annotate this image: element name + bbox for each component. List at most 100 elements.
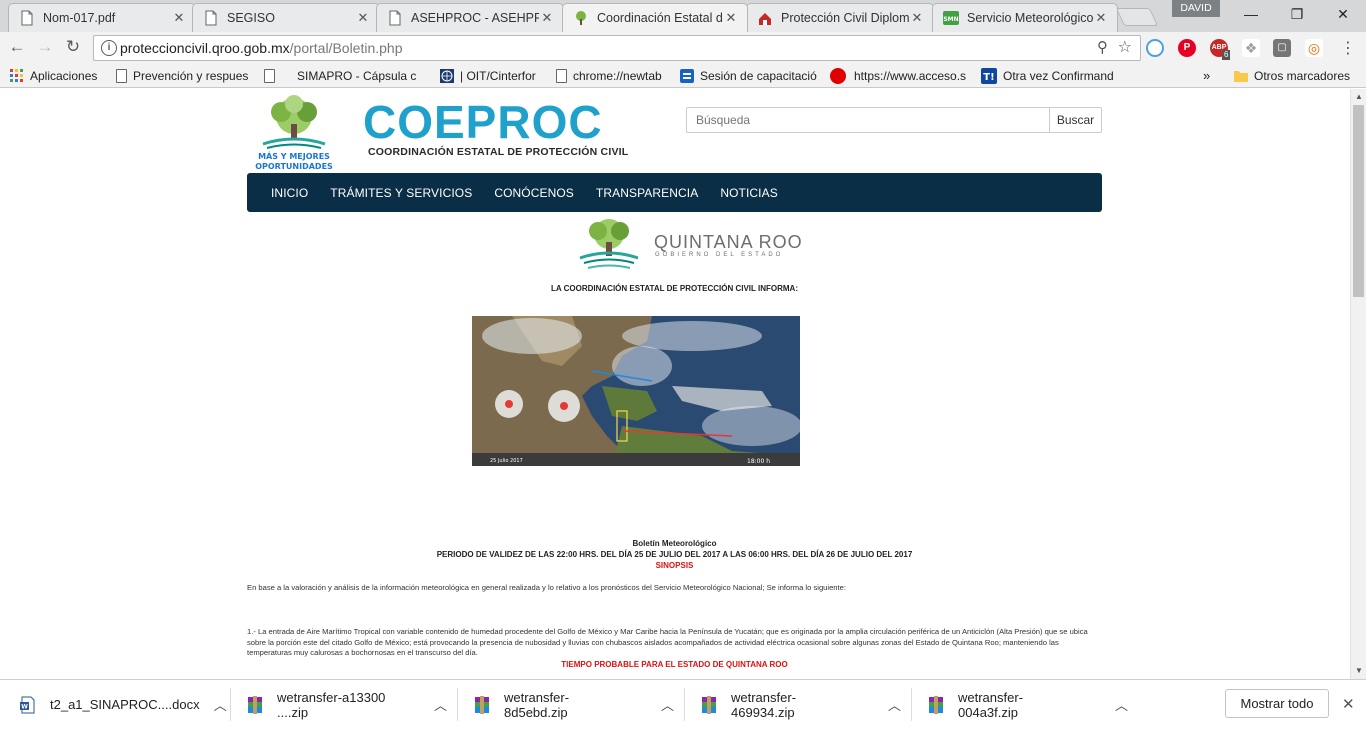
tab-label: Servicio Meteorológico (967, 11, 1093, 25)
site-search-button[interactable]: Buscar (1049, 107, 1102, 133)
quintana-roo-tree-logo (579, 219, 639, 269)
chevron-up-icon[interactable]: ︿ (214, 695, 227, 714)
svg-text:OPORTUNIDADES: OPORTUNIDADES (255, 162, 333, 171)
minimize-icon[interactable]: — (1228, 0, 1274, 28)
bookmark-label: https://www.acceso.s (854, 68, 967, 83)
divider (684, 688, 685, 721)
profile-badge[interactable]: DAVID (1172, 0, 1220, 17)
bookmark-acceso[interactable]: https://www.acceso.s (830, 67, 970, 84)
zip-archive-icon (475, 695, 489, 714)
folder-icon (1234, 70, 1248, 82)
gov-name: QUINTANA ROO (654, 232, 803, 252)
document-icon (264, 68, 275, 83)
close-icon[interactable]: ✕ (909, 10, 925, 26)
extension-box-icon[interactable]: ▢ (1273, 39, 1291, 57)
pinterest-icon[interactable]: P (1178, 39, 1196, 57)
map-caption-time: 18:00 h (747, 458, 770, 465)
download-item-zip-3[interactable]: wetransfer-469934.zip ︿ (701, 680, 901, 729)
close-icon[interactable]: ✕ (171, 10, 187, 26)
forward-arrow-icon[interactable]: → (34, 36, 56, 58)
close-icon[interactable]: ✕ (723, 10, 739, 26)
scroll-up-icon[interactable]: ▲ (1355, 92, 1363, 101)
bookmark-sesion-capacitacion[interactable]: Sesión de capacitació (680, 67, 818, 84)
page-viewport: MÁS Y MEJORES OPORTUNIDADES COEPROC COOR… (0, 89, 1350, 679)
tree-logo-icon (576, 11, 586, 25)
tab-label: Coordinación Estatal de (597, 11, 723, 25)
close-icon[interactable]: ✕ (1342, 695, 1355, 713)
t-icon: T! (981, 67, 997, 84)
bookmark-prevencion[interactable]: Prevención y respues (116, 67, 251, 84)
bookmark-simapro[interactable]: SIMAPRO - Cápsula c (264, 67, 428, 84)
close-icon[interactable]: ✕ (1093, 10, 1109, 26)
coeproc-brand-title[interactable]: COEPROC (363, 97, 603, 147)
tab-segiso[interactable]: SEGISO ✕ (192, 3, 380, 32)
menu-dots-icon[interactable]: ⋮ (1340, 38, 1356, 58)
zip-archive-icon (248, 695, 262, 714)
download-item-docx[interactable]: W t2_a1_SINAPROC....docx ︿ (20, 680, 227, 729)
bookmark-otra-vez[interactable]: T! Otra vez Confirmand (981, 67, 1119, 84)
info-icon[interactable]: i (101, 40, 117, 56)
download-item-zip-1[interactable]: wetransfer-a13300 ....zip ︿ (247, 680, 447, 729)
nav-conocenos[interactable]: CONÓCENOS (494, 186, 574, 200)
download-filename: t2_a1_SINAPROC....docx (50, 697, 200, 712)
svg-text:MÁS Y MEJORES: MÁS Y MEJORES (258, 150, 330, 161)
tab-coordinacion[interactable]: Coordinación Estatal de ✕ (562, 3, 748, 32)
extension-badge: 6 (1222, 50, 1231, 60)
nav-tramites-servicios[interactable]: TRÁMITES Y SERVICIOS (330, 186, 472, 200)
tab-nom-017[interactable]: Nom-017.pdf ✕ (8, 3, 196, 32)
zip-archive-icon (702, 695, 716, 714)
divider (230, 688, 231, 721)
map-caption-date: 25 Julio 2017 (490, 458, 523, 464)
bookmark-otros-marcadores[interactable]: Otros marcadores (1234, 67, 1356, 84)
tab-servicio-meteorologico[interactable]: SMN Servicio Meteorológico ✕ (932, 3, 1118, 32)
back-arrow-icon[interactable]: ← (6, 36, 28, 58)
new-tab-button[interactable] (1115, 8, 1159, 26)
nav-inicio[interactable]: INICIO (271, 186, 308, 200)
tab-asehproc[interactable]: ASEHPROC - ASEHPROC ✕ (376, 3, 564, 32)
nav-transparencia[interactable]: TRANSPARENCIA (596, 186, 698, 200)
close-icon[interactable]: ✕ (539, 10, 555, 26)
restore-icon[interactable]: ❐ (1274, 0, 1320, 28)
feedly-icon[interactable]: ◎ (1305, 39, 1323, 57)
browser-toolbar: ← → ↻ i proteccioncivil.qroo.gob.mx/port… (0, 32, 1366, 63)
url-host: proteccioncivil.qroo.gob.mx (120, 40, 290, 56)
close-window-icon[interactable]: ✕ (1320, 0, 1366, 28)
svg-text:W: W (21, 703, 28, 710)
chevron-up-icon[interactable]: ︿ (434, 695, 447, 714)
download-item-zip-2[interactable]: wetransfer-8d5ebd.zip ︿ (474, 680, 674, 729)
extension-sync-icon[interactable] (1146, 39, 1164, 57)
reload-icon[interactable]: ↻ (62, 36, 84, 58)
address-bar[interactable]: i proteccioncivil.qroo.gob.mx/portal/Bol… (93, 35, 1141, 61)
chevron-up-icon[interactable]: ︿ (661, 695, 674, 714)
chevron-up-icon[interactable]: ︿ (888, 695, 901, 714)
document-icon (116, 68, 127, 83)
bookmark-label: Prevención y respues (133, 68, 249, 83)
bookmark-oit-cinterfor[interactable]: | OIT/Cinterfor (440, 67, 545, 84)
dropbox-icon[interactable]: ❖ (1242, 39, 1260, 57)
nav-noticias[interactable]: NOTICIAS (720, 186, 777, 200)
download-item-zip-4[interactable]: wetransfer-004a3f.zip ︿ (928, 680, 1128, 729)
tab-proteccion-civil[interactable]: Protección Civil Diplom ✕ (746, 3, 934, 32)
bookmark-star-icon[interactable]: ☆ (1118, 36, 1132, 60)
site-nav: INICIO TRÁMITES Y SERVICIOS CONÓCENOS TR… (247, 173, 1102, 212)
page-scrollbar[interactable]: ▲ ▼ (1350, 89, 1366, 679)
url-path: /portal/Boletin.php (289, 40, 403, 56)
close-icon[interactable]: ✕ (355, 10, 371, 26)
site-search-input[interactable] (686, 107, 1050, 133)
tab-label: Protección Civil Diplom (781, 11, 909, 25)
document-icon (21, 10, 33, 26)
chevron-up-icon[interactable]: ︿ (1115, 695, 1128, 714)
scrollbar-thumb[interactable] (1353, 105, 1364, 297)
bookmarks-overflow[interactable]: » (1203, 67, 1215, 84)
url-text[interactable]: proteccioncivil.qroo.gob.mx/portal/Bolet… (120, 36, 403, 60)
scroll-down-icon[interactable]: ▼ (1355, 666, 1363, 675)
informa-heading: LA COORDINACIÓN ESTATAL DE PROTECCIÓN CI… (551, 284, 798, 293)
document-icon (205, 10, 217, 26)
show-all-downloads-button[interactable]: Mostrar todo (1225, 689, 1329, 718)
bulletin-period: PERIODO DE VALIDEZ DE LAS 22:00 HRS. DEL… (436, 550, 913, 559)
zoom-icon[interactable]: ⚲ (1097, 36, 1108, 60)
bookmark-chrome-newtab[interactable]: chrome://newtab (556, 67, 666, 84)
divider (911, 688, 912, 721)
tab-strip: Nom-017.pdf ✕ SEGISO ✕ ASEHPROC - ASEHPR… (0, 0, 1366, 32)
bookmark-aplicaciones[interactable]: Aplicaciones (10, 67, 110, 84)
